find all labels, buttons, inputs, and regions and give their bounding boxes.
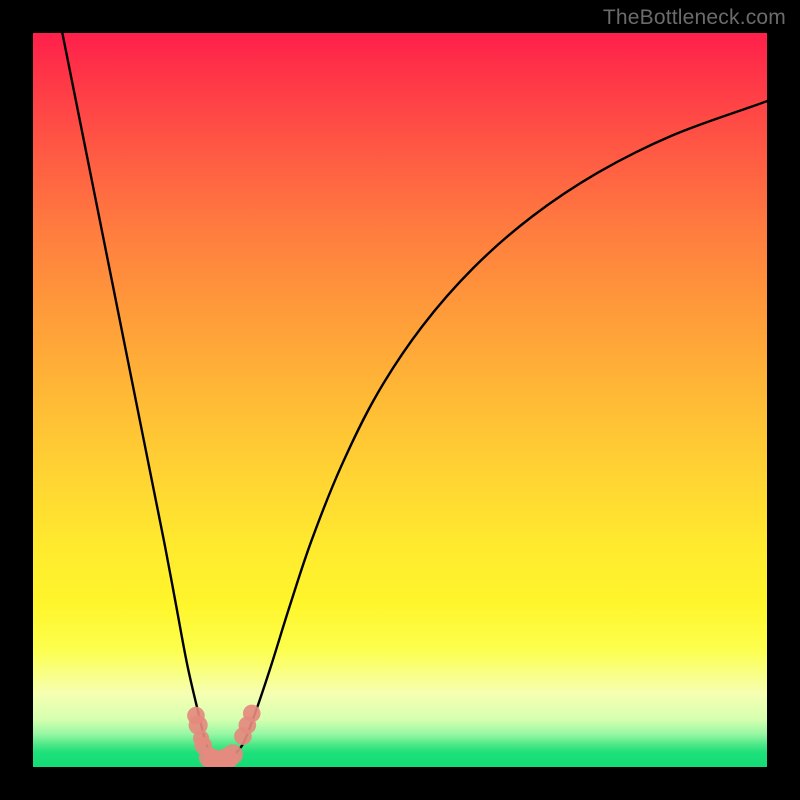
- plot-area: [33, 33, 767, 767]
- curve-path: [62, 33, 767, 762]
- chart-frame: TheBottleneck.com: [0, 0, 800, 800]
- marker-dot: [243, 705, 261, 723]
- watermark-text: TheBottleneck.com: [603, 6, 786, 30]
- curve-layer: [33, 33, 767, 767]
- curve-markers: [187, 705, 260, 767]
- marker-dot: [222, 744, 243, 765]
- bottleneck-curve: [62, 33, 767, 762]
